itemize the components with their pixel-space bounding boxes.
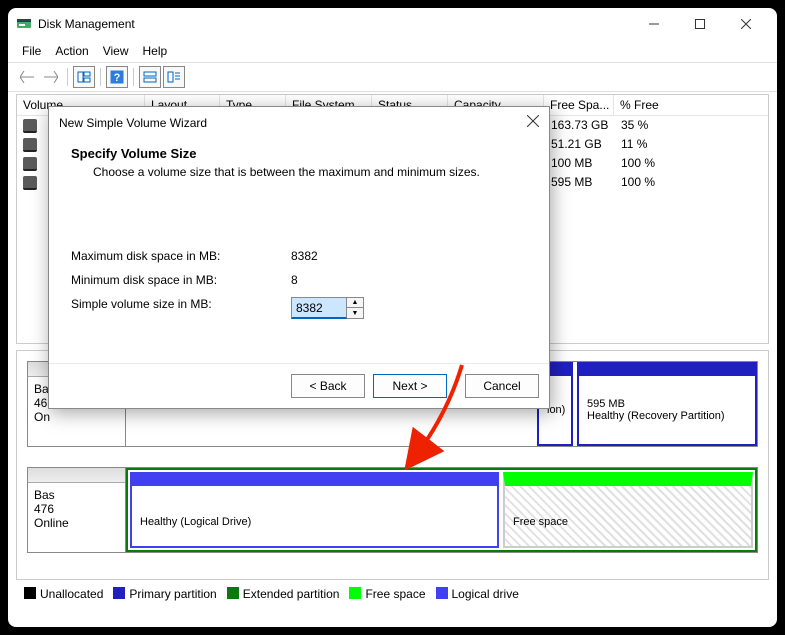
size-spinner: ▲ ▼ [291, 297, 364, 319]
spinner-up-icon[interactable]: ▲ [347, 298, 363, 308]
disk-info: Bas 476 Online [28, 468, 126, 552]
cell-free: 100 MB [545, 154, 615, 173]
forward-icon[interactable] [40, 66, 62, 88]
titlebar: Disk Management [8, 8, 777, 40]
toolbar-icon-1[interactable] [73, 66, 95, 88]
partition-extended[interactable]: Healthy (Logical Drive) Free space [126, 468, 757, 552]
close-button[interactable] [723, 8, 769, 40]
menu-view[interactable]: View [97, 42, 135, 60]
help-icon[interactable]: ? [106, 66, 128, 88]
disk-status: On [34, 410, 119, 424]
cell-pct: 35 % [615, 116, 654, 135]
wizard-subtext: Choose a volume size that is between the… [71, 161, 527, 179]
max-space-value: 8382 [291, 249, 318, 263]
svg-text:?: ? [114, 72, 121, 84]
col-freespace[interactable]: Free Spa... [544, 95, 614, 115]
drive-icon [23, 157, 37, 169]
legend: Unallocated Primary partition Extended p… [16, 580, 769, 607]
legend-swatch-extended [227, 587, 239, 599]
wizard-title: New Simple Volume Wizard [59, 116, 527, 130]
cell-pct: 100 % [615, 154, 661, 173]
min-space-value: 8 [291, 273, 298, 287]
menubar: File Action View Help [8, 40, 777, 62]
partition-status: Healthy (Logical Drive) [140, 516, 489, 528]
partition-free[interactable]: Free space [503, 472, 753, 548]
disk-label: Bas [34, 488, 119, 502]
window-title: Disk Management [38, 17, 631, 31]
max-space-label: Maximum disk space in MB: [71, 249, 291, 263]
cell-free: 163.73 GB [545, 116, 615, 135]
next-button[interactable]: Next > [373, 374, 447, 398]
disk-management-window: Disk Management File Action View Help ? … [8, 8, 777, 627]
app-icon [16, 16, 32, 32]
drive-icon [23, 138, 37, 150]
toolbar: ? [8, 62, 777, 92]
cancel-button[interactable]: Cancel [465, 374, 539, 398]
legend-swatch-unallocated [24, 587, 36, 599]
wizard-heading: Specify Volume Size [71, 146, 527, 161]
drive-icon [23, 176, 37, 188]
disk-status: Online [34, 516, 119, 530]
free-label: Free space [513, 516, 743, 528]
back-icon[interactable] [16, 66, 38, 88]
spinner-down-icon[interactable]: ▼ [347, 308, 363, 318]
disk-size: 476 [34, 502, 119, 516]
menu-help[interactable]: Help [137, 42, 174, 60]
toolbar-icon-3[interactable] [163, 66, 185, 88]
partition-status: Healthy (Recovery Partition) [587, 410, 747, 422]
content-area: Volume Layout Type File System Status Ca… [8, 92, 777, 627]
min-space-label: Minimum disk space in MB: [71, 273, 291, 287]
toolbar-icon-2[interactable] [139, 66, 161, 88]
drive-icon [23, 119, 37, 131]
col-pctfree[interactable]: % Free [614, 95, 768, 115]
minimize-button[interactable] [631, 8, 677, 40]
disk-1: Bas 476 Online Healthy (Logical Drive) F… [27, 467, 758, 553]
cell-pct: 11 % [615, 135, 653, 154]
cell-free: 595 MB [545, 173, 615, 192]
cell-pct: 100 % [615, 173, 661, 192]
back-button[interactable]: < Back [291, 374, 365, 398]
maximize-button[interactable] [677, 8, 723, 40]
partition-recovery[interactable]: 595 MB Healthy (Recovery Partition) [577, 362, 757, 446]
legend-swatch-primary [113, 587, 125, 599]
size-input[interactable] [291, 297, 347, 319]
partition-size: 595 MB [587, 398, 747, 410]
wizard-close-icon[interactable] [527, 115, 539, 130]
legend-swatch-free [349, 587, 361, 599]
partition-logical[interactable]: Healthy (Logical Drive) [130, 472, 499, 548]
legend-swatch-logical [436, 587, 448, 599]
new-simple-volume-wizard: New Simple Volume Wizard Specify Volume … [48, 106, 550, 409]
cell-free: 51.21 GB [545, 135, 615, 154]
menu-action[interactable]: Action [49, 42, 94, 60]
menu-file[interactable]: File [16, 42, 47, 60]
size-label: Simple volume size in MB: [71, 297, 291, 319]
